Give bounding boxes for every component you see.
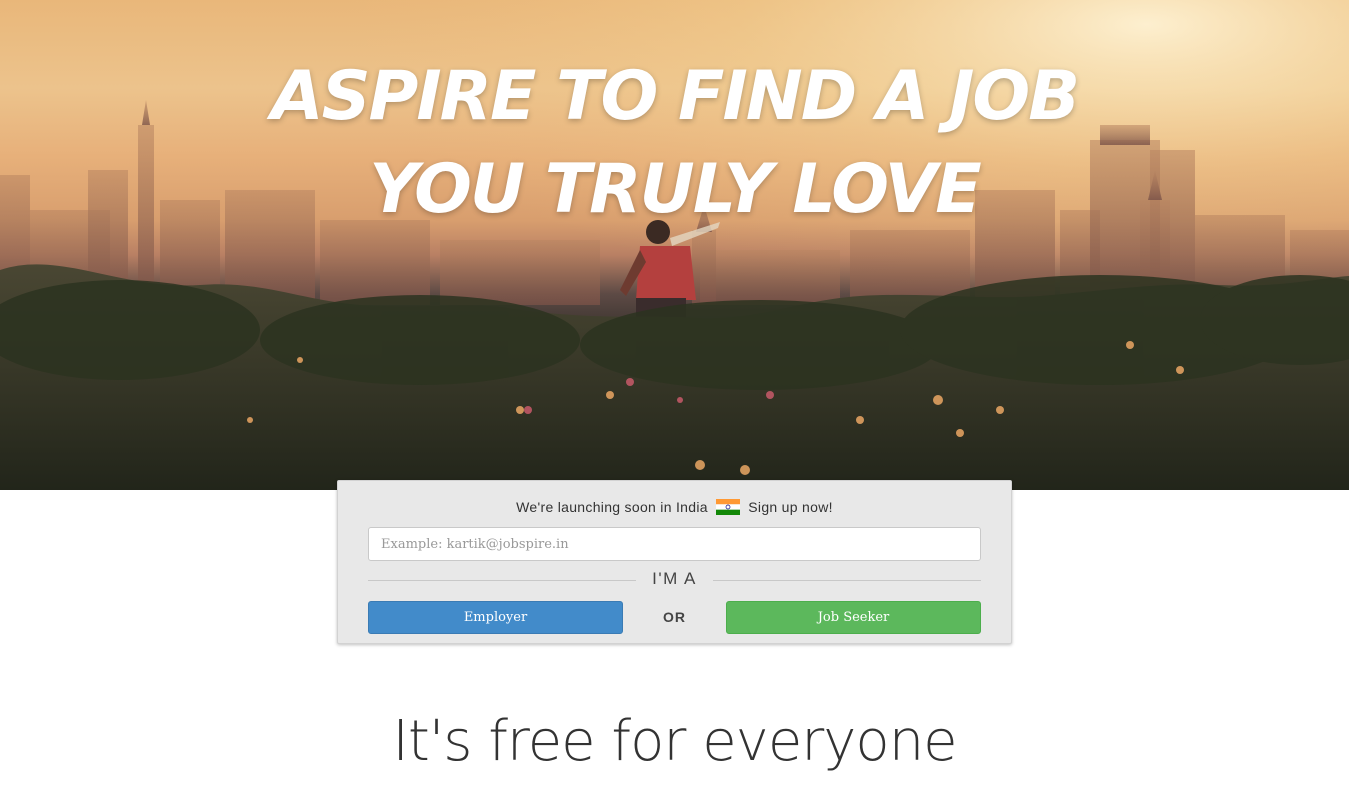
or-separator: OR xyxy=(663,609,686,625)
divider-left xyxy=(368,580,636,581)
email-input[interactable] xyxy=(368,527,981,561)
employer-button[interactable]: Employer xyxy=(368,601,623,634)
india-flag-icon xyxy=(716,499,741,515)
hero-banner: ASPIRE TO FIND A JOB YOU TRULY LOVE xyxy=(0,0,1349,490)
hero-headline-line-2: YOU TRULY LOVE xyxy=(369,150,982,229)
divider-right xyxy=(713,580,981,581)
signup-card: We're launching soon in India Sign up no… xyxy=(337,480,1012,644)
role-label: I'M A xyxy=(652,569,697,588)
job-seeker-button[interactable]: Job Seeker xyxy=(726,601,981,634)
free-section-title: It's free for everyone xyxy=(392,709,957,774)
launch-text: We're launching soon in India xyxy=(516,499,708,515)
launch-message: We're launching soon in India Sign up no… xyxy=(338,499,1011,515)
hero-headline-line-1: ASPIRE TO FIND A JOB xyxy=(270,57,1080,136)
signup-cta-text: Sign up now! xyxy=(748,499,833,515)
landing-page: ASPIRE TO FIND A JOB YOU TRULY LOVE We'r… xyxy=(0,0,1349,808)
